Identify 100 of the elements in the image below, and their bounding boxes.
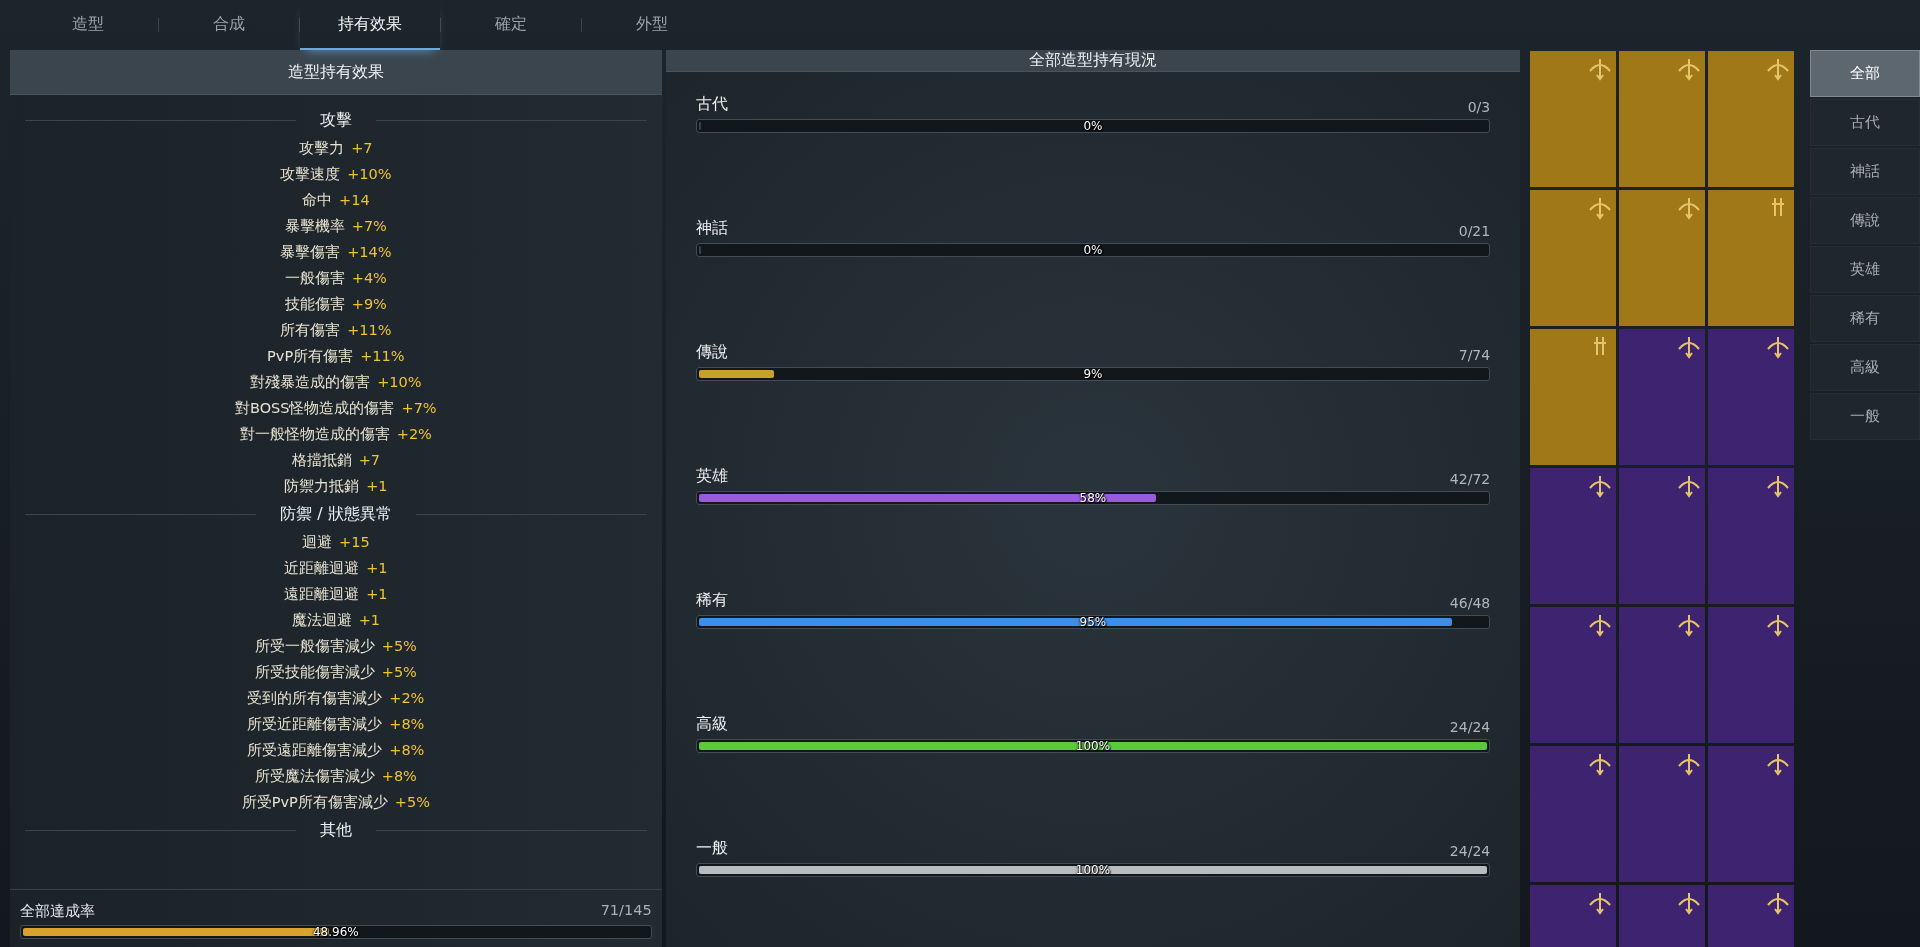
progress-percent: 0% [1083,244,1103,256]
costume-card[interactable] [1619,51,1706,187]
tab[interactable]: 外型 [582,0,722,50]
grade-count: 7/74 [1458,347,1491,363]
bow-icon [1677,891,1702,915]
stat-name: 魔法迴避 [291,610,352,630]
stat-name: 技能傷害 [284,294,345,314]
stat-name: 所受技能傷害減少 [254,662,375,682]
bow-icon [1766,752,1791,776]
progress-percent: 58% [1079,492,1107,504]
stat-name: 所有傷害 [280,320,341,340]
stat-name: 所受近距離傷害減少 [247,714,383,734]
stat-name: 一般傷害 [284,268,345,288]
stat-name: 所受魔法傷害減少 [254,766,375,786]
grade-count: 42/72 [1449,471,1491,487]
progress-percent: 95% [1079,616,1107,628]
filter-tab[interactable]: 全部 [1810,50,1920,97]
stat-value: +7% [401,400,437,416]
grade-name: 稀有 [695,590,728,611]
costume-card[interactable] [1708,329,1795,465]
stat-value: +2% [389,690,425,706]
stat-name: 迴避 [302,532,332,552]
stat-value: +14 [339,192,370,208]
filter-tab[interactable]: 傳說 [1810,197,1920,244]
costume-card[interactable] [1708,468,1795,604]
stat-value: +7 [351,140,373,156]
stat-value: +10% [347,166,392,182]
stat-value: +5% [381,664,417,680]
costume-card[interactable] [1530,607,1617,743]
stat-name: 命中 [302,190,332,210]
costume-card[interactable] [1530,190,1617,326]
stat-name: 遠距離迴避 [284,584,360,604]
grade-count: 0/3 [1467,99,1491,115]
grade-count: 0/21 [1458,223,1491,239]
stat-name: 所受遠距離傷害減少 [247,740,383,760]
bow-icon [1588,474,1613,498]
bow-icon [1677,335,1702,359]
bow-icon [1677,613,1702,637]
grade-name: 傳說 [695,342,728,363]
stat-value: +9% [351,296,387,312]
progress-percent: 100% [1075,740,1111,752]
stat-value: +1 [366,586,388,602]
grade-name: 神話 [695,218,728,239]
bow-icon [1766,335,1791,359]
costume-card[interactable] [1708,607,1795,743]
costume-card[interactable] [1619,329,1706,465]
stat-name: 對殘暴造成的傷害 [250,372,371,392]
filter-tab[interactable]: 英雄 [1810,246,1920,293]
total-label: 全部達成率 [20,902,95,921]
progress-percent: 9% [1083,368,1103,380]
progress-percent: 0% [1083,120,1103,132]
stat-name: 格擋抵銷 [291,450,352,470]
grade-count: 24/24 [1449,719,1491,735]
bow-icon [1588,57,1613,81]
grade-count: 46/48 [1449,595,1491,611]
bow-icon [1677,196,1702,220]
costume-card[interactable] [1708,51,1795,187]
progress-percent: 100% [1075,864,1111,876]
stat-value: +15 [339,534,370,550]
filter-tab[interactable]: 一般 [1810,393,1920,440]
stat-value: +8% [381,768,417,784]
costume-card[interactable] [1530,468,1617,604]
stat-name: 所受一般傷害減少 [254,636,375,656]
section-title: 防禦 / 狀態異常 [280,503,392,525]
costume-card[interactable] [1619,190,1706,326]
bow-icon [1766,57,1791,81]
stat-value: +7% [351,218,387,234]
costume-card[interactable] [1619,607,1706,743]
bow-icon [1766,474,1791,498]
filter-tab[interactable]: 神話 [1810,148,1920,195]
costume-card[interactable] [1708,190,1795,326]
stat-name: 受到的所有傷害減少 [247,688,383,708]
section-title: 攻擊 [319,109,352,131]
costume-card[interactable] [1619,468,1706,604]
costume-card[interactable] [1530,51,1617,187]
stat-name: 對BOSS怪物造成的傷害 [235,398,395,418]
tab[interactable]: 合成 [159,0,299,50]
filter-tab[interactable]: 稀有 [1810,295,1920,342]
costume-card[interactable] [1530,329,1617,465]
section-title: 其他 [319,819,352,841]
stat-value: +10% [377,374,422,390]
costume-card[interactable] [1708,746,1795,882]
filter-tab[interactable]: 高級 [1810,344,1920,391]
stat-value: +7 [358,452,380,468]
total-count: 71/145 [600,902,652,920]
grade-name: 高級 [695,714,728,735]
grade-count: 24/24 [1449,843,1491,859]
filter-tab[interactable]: 古代 [1810,99,1920,146]
tab[interactable]: 確定 [441,0,581,50]
tab[interactable]: 造型 [18,0,158,50]
stat-name: 攻擊力 [299,138,345,158]
stat-name: 暴擊機率 [284,216,345,236]
costume-card[interactable] [1619,746,1706,882]
bow-icon [1766,613,1791,637]
bow-icon [1766,891,1791,915]
stat-name: 暴擊傷害 [280,242,341,262]
stat-name: 防禦力抵銷 [284,476,360,496]
costume-card[interactable] [1530,746,1617,882]
stat-value: +8% [389,716,425,732]
stat-value: +1 [358,612,380,628]
